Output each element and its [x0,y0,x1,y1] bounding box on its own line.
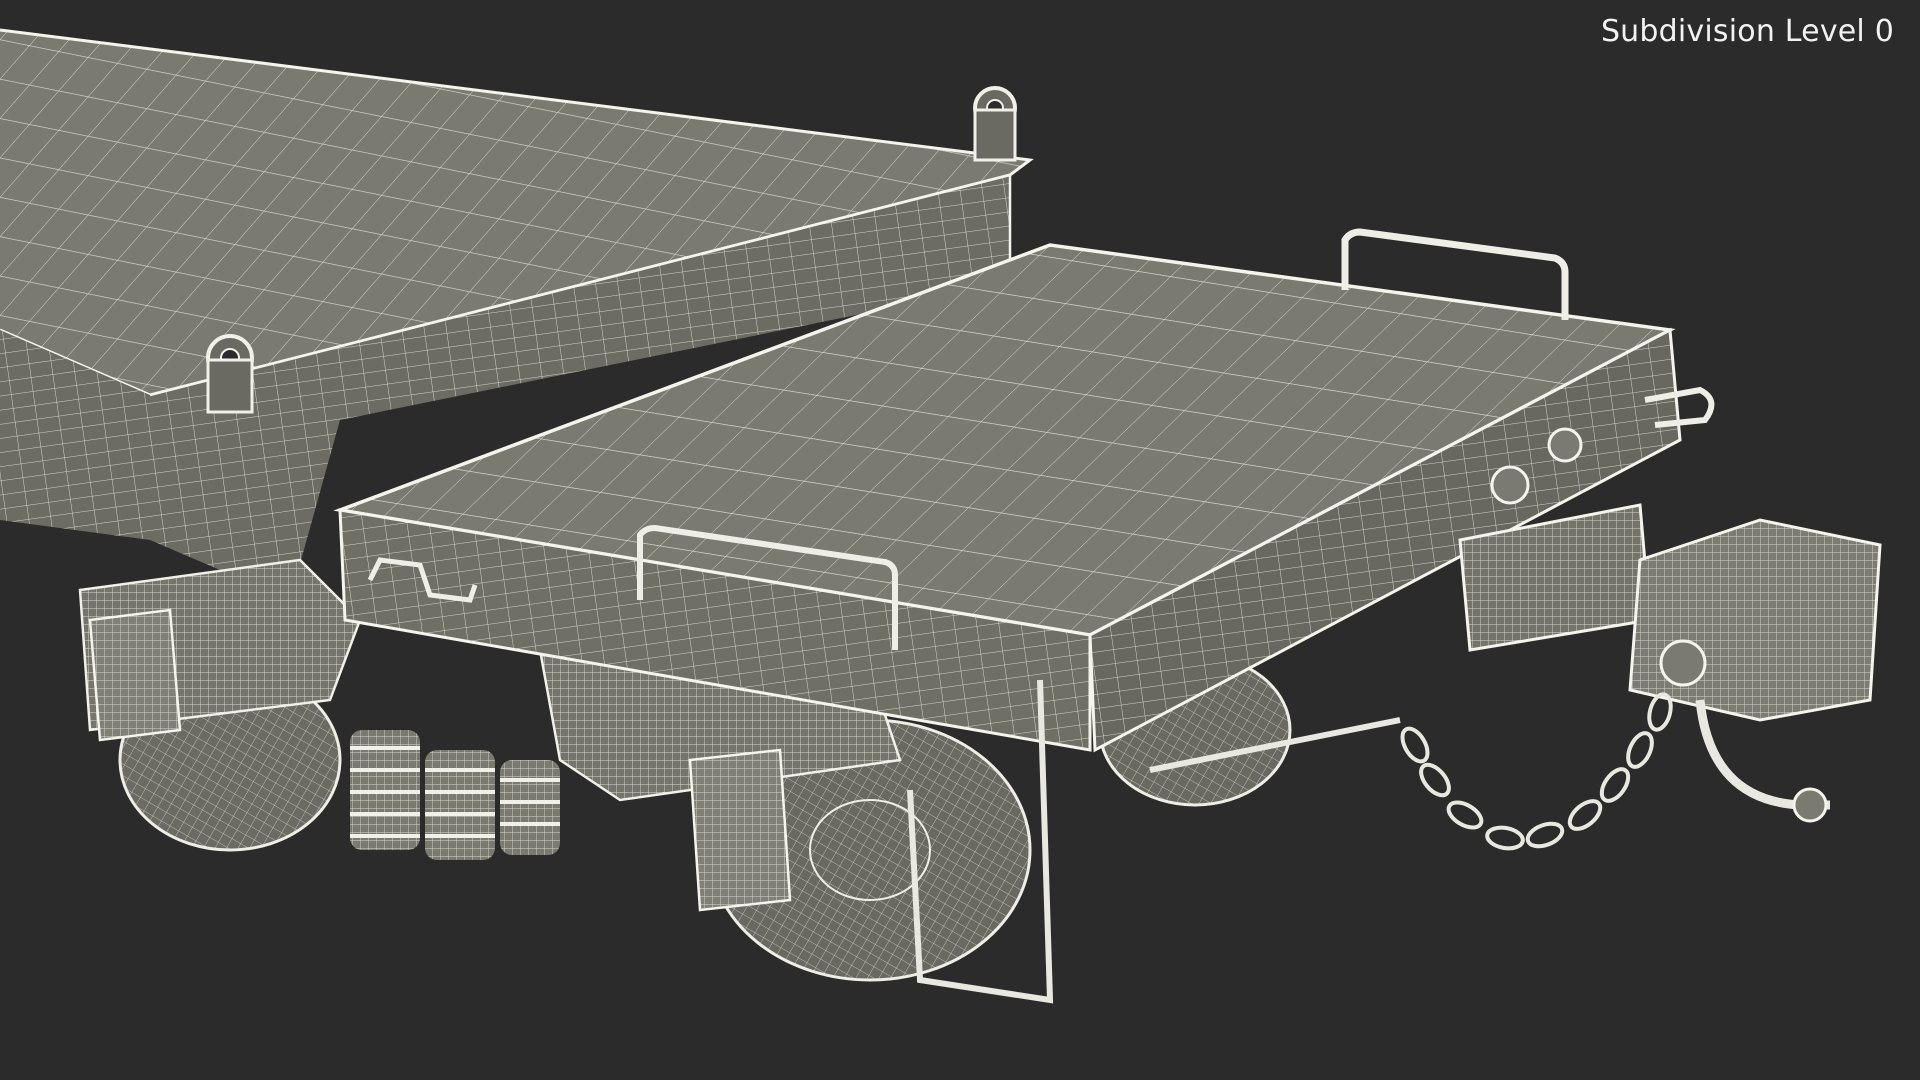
lifting-eye [206,334,254,414]
coil-spring [500,760,560,855]
wireframe-render [0,28,1882,1004]
render-viewport: Subdivision Level 0 [0,0,1920,1080]
coil-spring [425,750,495,860]
valve [1547,427,1583,463]
coil-spring [350,730,420,850]
rear-bogie [78,558,362,852]
lifting-eye [973,86,1017,162]
subdivision-level-label: Subdivision Level 0 [1600,14,1894,49]
safety-chain [1400,692,1673,851]
valve [1490,465,1530,505]
suspension-springs [350,730,560,860]
